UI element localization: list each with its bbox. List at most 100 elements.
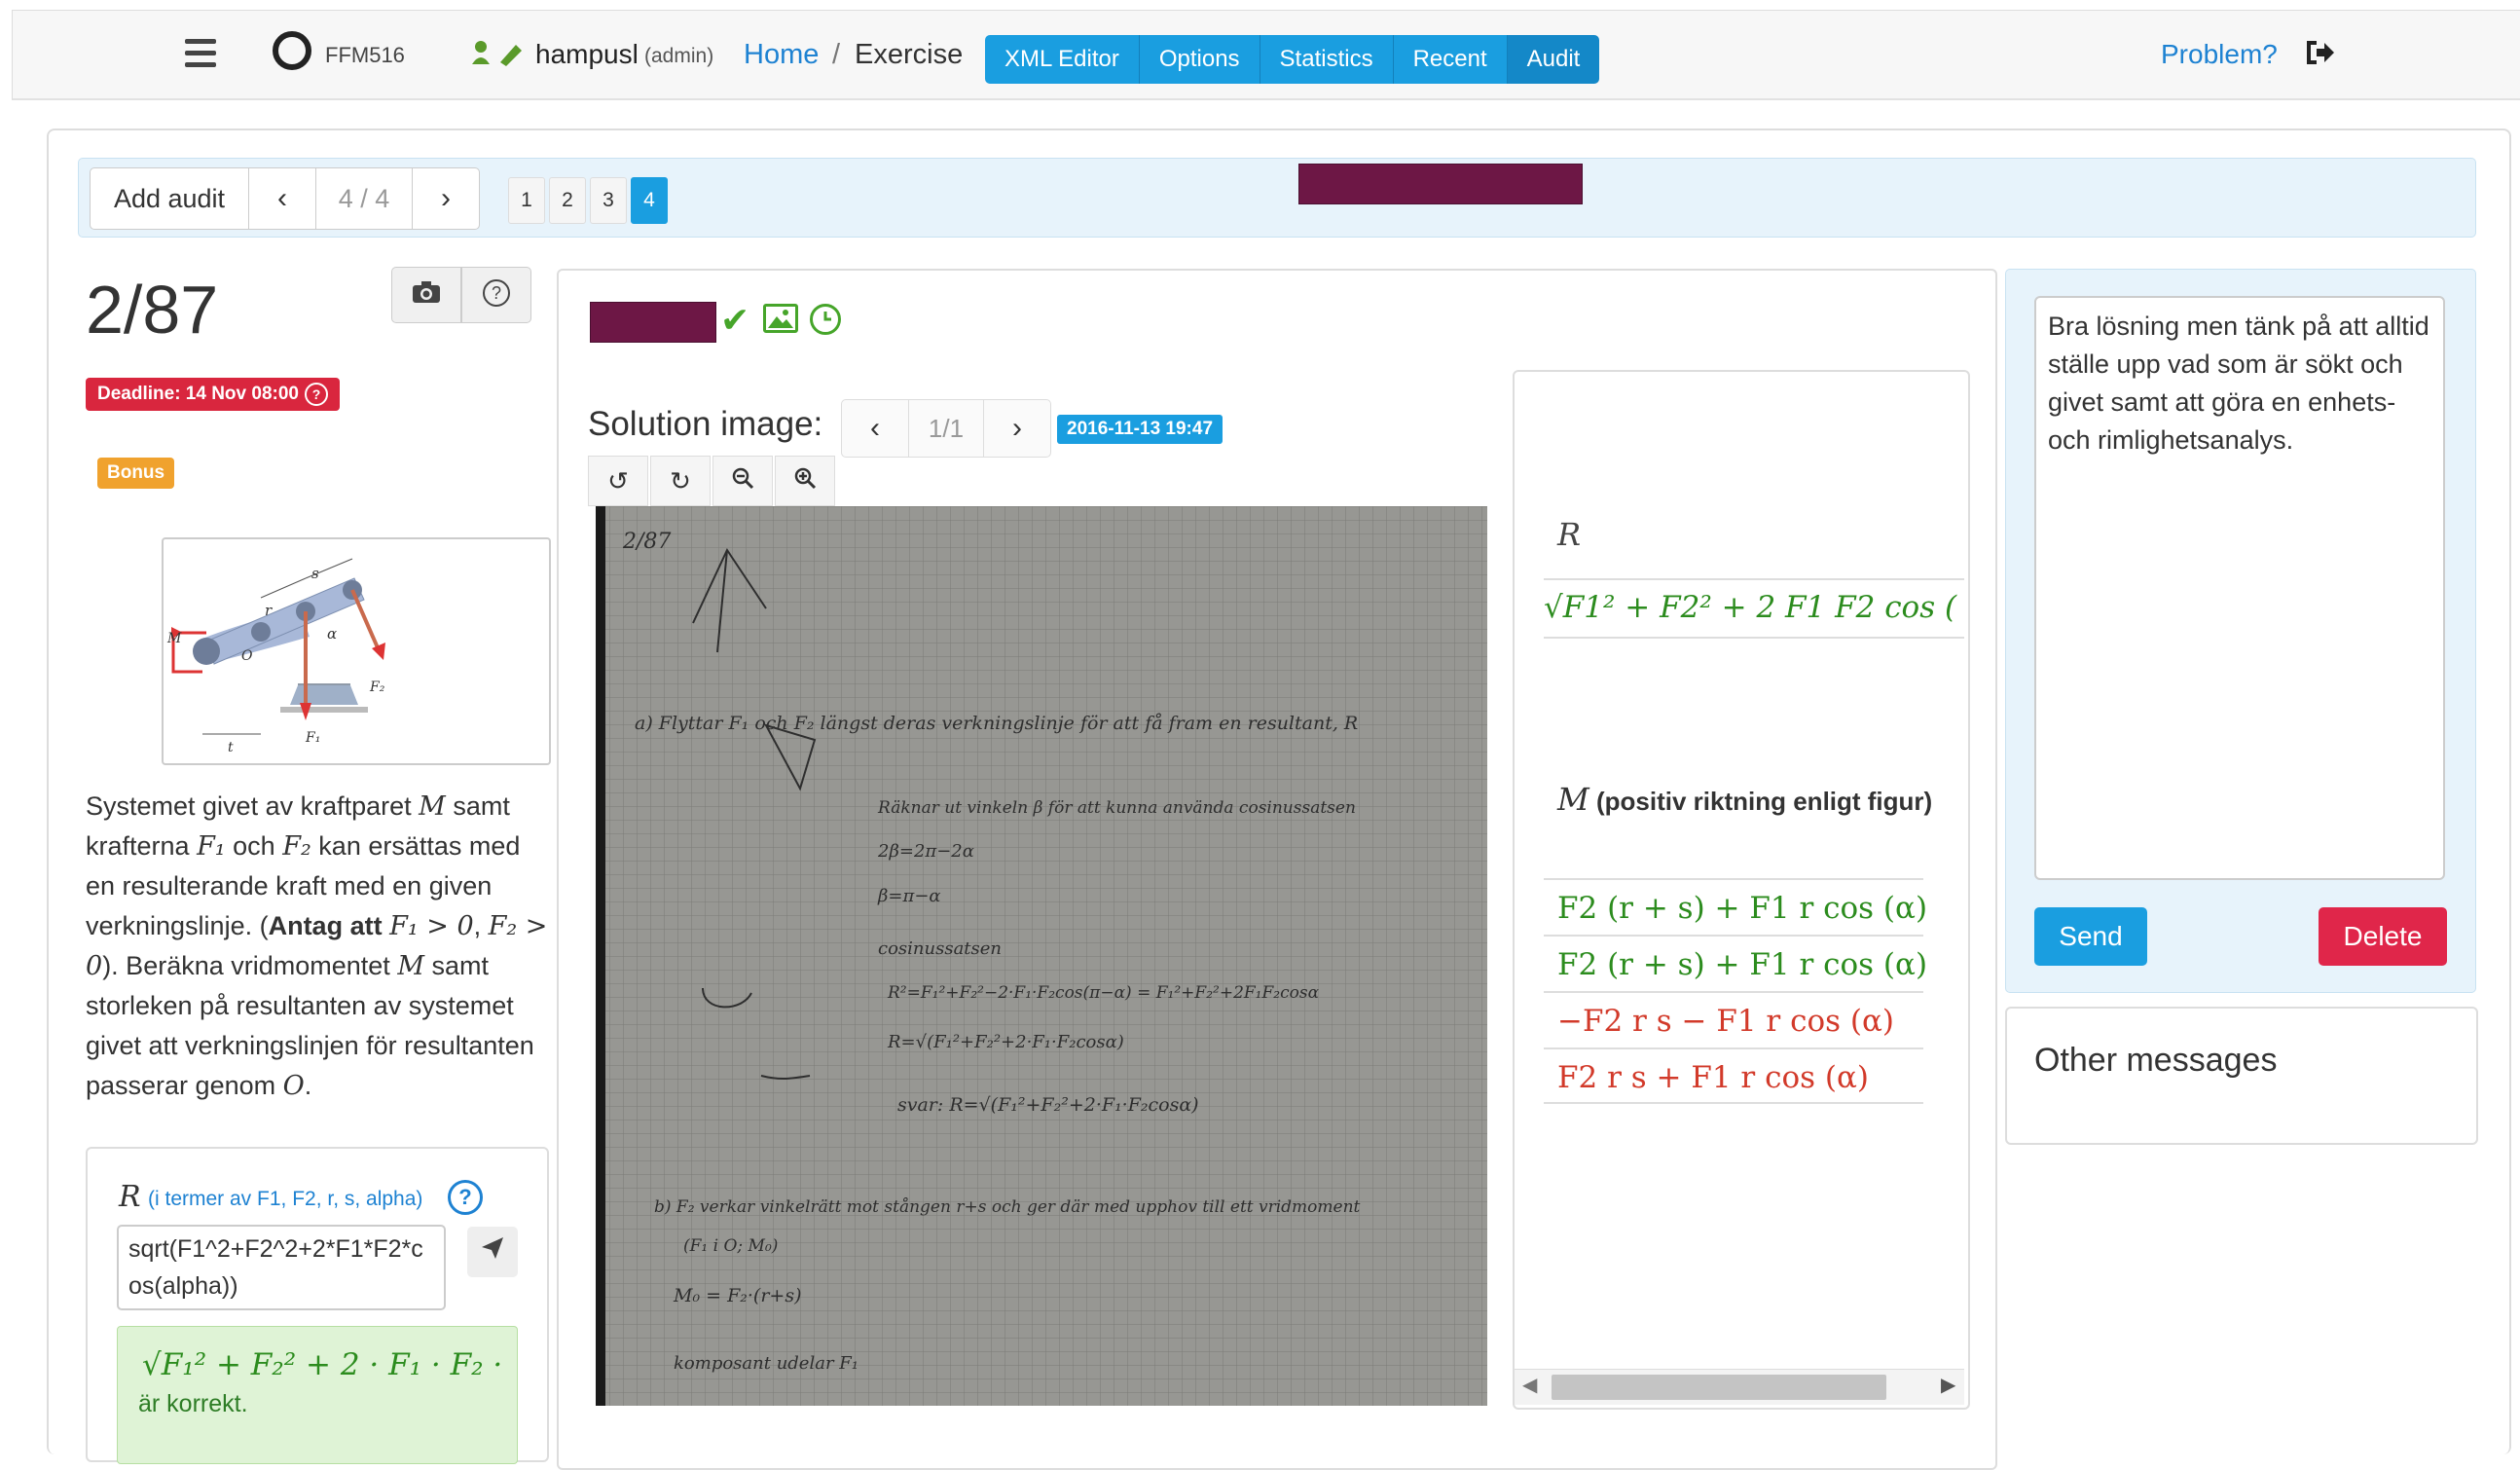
- handwriting-line: Räknar ut vinkeln β för att kunna använd…: [878, 798, 1356, 818]
- answer-symbol: R: [119, 1180, 141, 1214]
- handwriting-line: R²=F₁²+F₂²−2·F₁·F₂cos(π−α) = F₁²+F₂²+2F₁…: [888, 983, 1320, 1003]
- zoom-out-icon[interactable]: [712, 456, 773, 506]
- solution-date-badge: 2016-11-13 19:47: [1057, 415, 1223, 444]
- breadcrumb-home[interactable]: Home: [744, 39, 819, 71]
- menu-icon[interactable]: [185, 39, 216, 74]
- problem-figure[interactable]: M r s O α F₁ F₂ t: [162, 537, 551, 765]
- bonus-badge: Bonus: [97, 458, 175, 489]
- handwriting-line: a) Flyttar F₁ och F₂ längst deras verkni…: [635, 713, 1359, 734]
- figure-label-t: t: [228, 740, 234, 755]
- logout-icon[interactable]: [2303, 37, 2338, 76]
- audit-button[interactable]: Audit: [1507, 35, 1600, 84]
- scroll-right-icon[interactable]: ▶: [1941, 1373, 1955, 1397]
- redacted-block: [1298, 164, 1583, 204]
- figure-label-m: M: [167, 631, 182, 646]
- options-button[interactable]: Options: [1139, 35, 1260, 84]
- problem-text-end: .: [304, 1071, 312, 1100]
- handwriting-line: cosinussatsen: [878, 938, 1003, 959]
- result-row: F2 r s + F1 r cos (α): [1544, 1047, 1923, 1104]
- message-textarea[interactable]: Bra lösning men tänk på att alltid ställ…: [2034, 296, 2445, 880]
- figure-label-s: s: [311, 565, 319, 582]
- user-role: (admin): [644, 45, 714, 67]
- math-F2: F₂: [282, 831, 311, 862]
- handwriting-line: b) F₂ verkar vinkelrätt mot stången r+s …: [654, 1197, 1361, 1217]
- figure-label-o: O: [241, 648, 253, 664]
- result-formula-r: √F1² + F2² + 2 F1 F2 cos (: [1544, 578, 1964, 639]
- solution-next-button[interactable]: ›: [984, 400, 1050, 457]
- xml-editor-button[interactable]: XML Editor: [985, 35, 1140, 84]
- statistics-button[interactable]: Statistics: [1260, 35, 1394, 84]
- redacted-block: [590, 302, 716, 343]
- audit-controls: Add audit ‹ 4 / 4 ›: [90, 167, 480, 230]
- camera-icon[interactable]: [391, 267, 461, 323]
- image-toolbar: ↺ ↻: [588, 456, 837, 506]
- result-m-label: (positiv riktning enligt figur): [1596, 787, 1933, 816]
- problem-text-part: och: [233, 831, 275, 861]
- assume-label: Antag att: [268, 911, 383, 940]
- handwriting-line: svar: R=√(F₁²+F₂²+2·F₁·F₂cosα): [897, 1094, 1199, 1116]
- result-symbol-m: M: [1557, 781, 1589, 818]
- breadcrumb-separator: /: [832, 39, 841, 70]
- handwriting-line: 2/87: [623, 530, 672, 554]
- logo-icon[interactable]: [273, 31, 311, 70]
- deadline-badge: Deadline: 14 Nov 08:00?: [86, 378, 340, 411]
- question-icon: ?: [483, 279, 510, 307]
- result-row: −F2 r s − F1 r cos (α): [1544, 991, 1923, 1047]
- course-code[interactable]: FFM516: [325, 43, 405, 68]
- figure-label-f1: F₁: [306, 730, 321, 746]
- answer-hint: (i termer av F1, F2, r, s, alpha): [148, 1188, 423, 1210]
- other-messages-title: Other messages: [2034, 1042, 2278, 1079]
- send-button[interactable]: Send: [2034, 907, 2147, 966]
- result-symbol-r: R: [1557, 516, 1582, 553]
- handwriting-line: (F₁ i O; M₀): [683, 1236, 779, 1256]
- figure-label-r: r: [265, 602, 273, 619]
- page-button-3[interactable]: 3: [590, 177, 627, 224]
- user-edit-icon: [471, 39, 528, 73]
- page-button-1[interactable]: 1: [508, 177, 545, 224]
- math-F1: F₁: [197, 831, 226, 862]
- handwriting-line: M₀ = F₂·(r+s): [674, 1285, 802, 1306]
- send-answer-icon[interactable]: [467, 1227, 518, 1277]
- answer-rendered-formula: √F₁² + F₂² + 2 · F₁ · F₂ · cos: [142, 1347, 512, 1382]
- answer-input[interactable]: sqrt(F1^2+F2^2+2*F1*F2*cos(alpha)): [117, 1225, 446, 1310]
- image-icon: [763, 304, 798, 333]
- scroll-left-icon[interactable]: ◀: [1522, 1373, 1537, 1397]
- handwriting-line: R=√(F₁²+F₂²+2·F₁·F₂cosα): [888, 1032, 1124, 1052]
- check-icon: ✔: [720, 300, 750, 340]
- audit-next-button[interactable]: ›: [413, 168, 479, 229]
- rotate-left-icon[interactable]: ↺: [588, 456, 648, 506]
- page-button-2[interactable]: 2: [549, 177, 586, 224]
- solution-image[interactable]: 2/87 a) Flyttar F₁ och F₂ längst deras v…: [596, 506, 1487, 1406]
- math-M: M: [419, 791, 446, 822]
- add-audit-button[interactable]: Add audit: [91, 168, 249, 229]
- audit-counter: 4 / 4: [316, 168, 413, 229]
- audit-prev-button[interactable]: ‹: [249, 168, 316, 229]
- solution-nav: ‹ 1/1 ›: [841, 399, 1051, 458]
- page-button-4[interactable]: 4: [631, 177, 668, 224]
- audit-pagination: 1 2 3 4: [508, 177, 672, 224]
- handwriting-line: β=π−α: [878, 886, 941, 906]
- delete-button[interactable]: Delete: [2319, 907, 2447, 966]
- math-O: O: [282, 1071, 305, 1101]
- question-icon[interactable]: ?: [448, 1180, 483, 1215]
- help-button[interactable]: ?: [461, 267, 531, 323]
- scrollbar-thumb[interactable]: [1552, 1375, 1886, 1400]
- math-M: M: [397, 951, 424, 981]
- recent-button[interactable]: Recent: [1393, 35, 1508, 84]
- solution-counter: 1/1: [909, 400, 984, 457]
- problem-text-part: ). Beräkna vridmomentet: [102, 951, 390, 980]
- solution-prev-button[interactable]: ‹: [842, 400, 909, 457]
- breadcrumb-current: Exercise: [855, 39, 964, 70]
- rotate-right-icon[interactable]: ↻: [650, 456, 711, 506]
- user-name[interactable]: hampusl: [535, 39, 639, 70]
- problem-link[interactable]: Problem?: [2161, 39, 2278, 70]
- figure-label-alpha: α: [327, 625, 338, 643]
- result-row: F2 (r + s) + F1 r cos (α): [1544, 878, 1927, 935]
- solution-image-label: Solution image:: [588, 405, 823, 443]
- top-button-group: XML Editor Options Statistics Recent Aud…: [985, 35, 1600, 84]
- clock-icon: [810, 304, 841, 335]
- zoom-in-icon[interactable]: [775, 456, 835, 506]
- question-icon[interactable]: ?: [304, 383, 328, 406]
- handwriting-line: komposant udelar F₁: [674, 1353, 858, 1374]
- exercise-number: 2/87: [86, 272, 219, 348]
